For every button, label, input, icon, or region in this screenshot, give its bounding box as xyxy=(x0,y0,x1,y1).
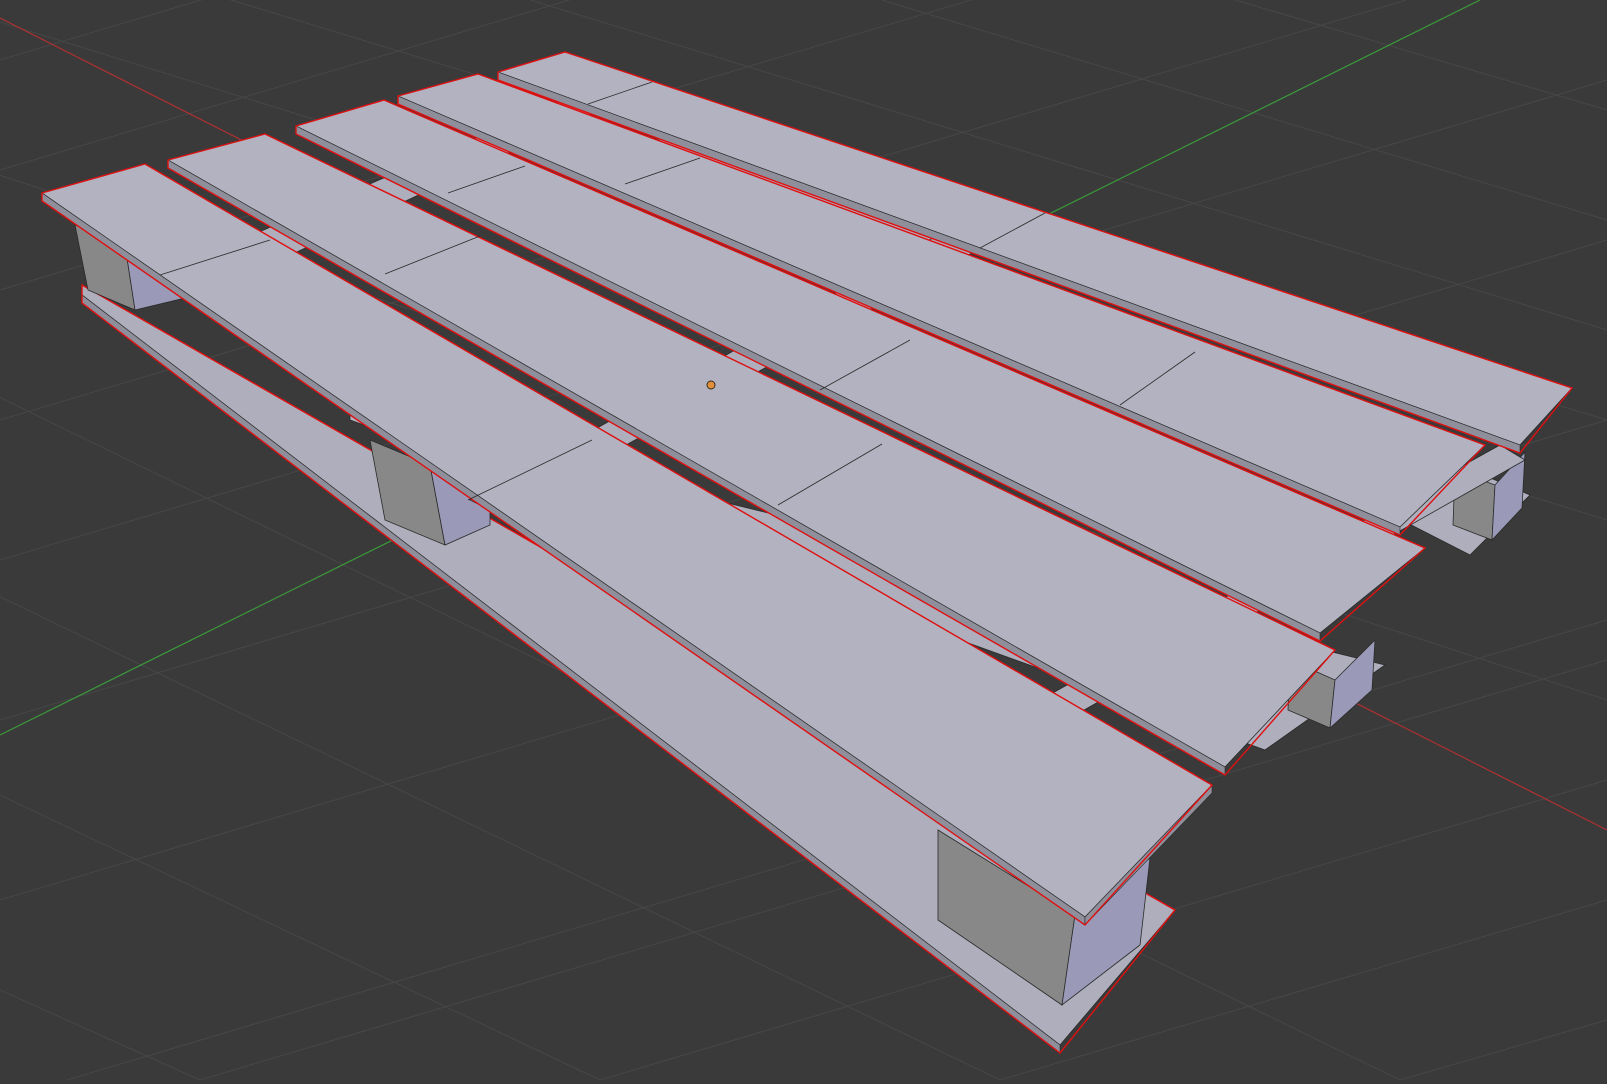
viewport-canvas[interactable] xyxy=(0,0,1607,1084)
3d-viewport[interactable] xyxy=(0,0,1607,1084)
object-origin-dot[interactable] xyxy=(706,380,716,390)
